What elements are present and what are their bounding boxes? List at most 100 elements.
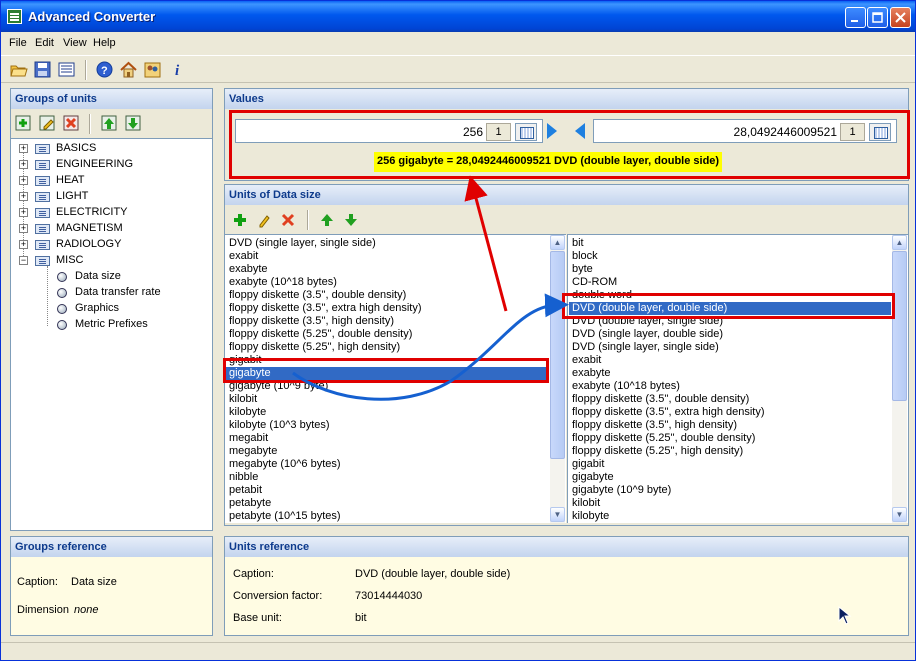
source-list-scrollbar[interactable]: ▲ ▼ xyxy=(550,235,565,523)
source-unit-item[interactable]: floppy diskette (3.5'', extra high densi… xyxy=(229,302,422,315)
target-unit-item[interactable]: CD-ROM xyxy=(572,276,617,289)
source-unit-item[interactable]: exabyte xyxy=(229,263,268,276)
group-light[interactable]: LIGHT xyxy=(56,190,88,203)
toolbar: ? i xyxy=(1,55,915,83)
move-up-icon[interactable] xyxy=(101,115,119,133)
edit-group-icon[interactable] xyxy=(39,115,57,133)
list-icon[interactable] xyxy=(57,60,76,79)
target-unit-item[interactable]: exabyte (10^18 bytes) xyxy=(572,380,680,393)
move-unit-up-icon[interactable] xyxy=(319,212,335,228)
groups-toolbar-separator xyxy=(89,114,91,134)
target-unit-item[interactable]: kilobyte xyxy=(572,510,609,523)
group-data-size[interactable]: Data size xyxy=(75,270,121,283)
app-icon xyxy=(7,9,22,24)
group-radiology[interactable]: RADIOLOGY xyxy=(56,238,121,251)
target-unit-item[interactable]: DVD (single layer, double side) xyxy=(572,328,723,341)
target-unit-item[interactable]: kilobit xyxy=(572,497,600,510)
source-unit-item[interactable]: megabyte (10^6 bytes) xyxy=(229,458,341,471)
scroll-up-icon[interactable]: ▲ xyxy=(550,235,565,250)
title-bar[interactable]: Advanced Converter xyxy=(1,1,915,32)
expand-engineering-icon[interactable]: + xyxy=(19,160,28,169)
target-unit-item[interactable]: gigabyte (10^9 byte) xyxy=(572,484,671,497)
group-data-transfer-rate[interactable]: Data transfer rate xyxy=(75,286,161,299)
source-unit-item[interactable]: megabit xyxy=(229,432,268,445)
group-electricity[interactable]: ELECTRICITY xyxy=(56,206,128,219)
source-unit-item[interactable]: megabyte xyxy=(229,445,277,458)
info-icon[interactable]: i xyxy=(169,60,188,79)
source-unit-item[interactable]: exabyte (10^18 bytes) xyxy=(229,276,337,289)
move-down-icon[interactable] xyxy=(125,115,143,133)
group-graphics[interactable]: Graphics xyxy=(75,302,119,315)
group-metric-prefixes[interactable]: Metric Prefixes xyxy=(75,318,148,331)
source-unit-item[interactable]: floppy diskette (5.25'', double density) xyxy=(229,328,412,341)
source-unit-item[interactable]: kilobyte xyxy=(229,406,266,419)
save-icon[interactable] xyxy=(33,60,52,79)
menu-help[interactable]: Help xyxy=(93,37,116,49)
target-list-scrollbar[interactable]: ▲ ▼ xyxy=(892,235,907,523)
units-ref-base-value: bit xyxy=(355,612,367,624)
target-unit-item[interactable]: floppy diskette (3.5'', extra high densi… xyxy=(572,406,765,419)
menu-file[interactable]: File xyxy=(9,37,27,49)
help-icon[interactable]: ? xyxy=(95,60,114,79)
target-unit-item[interactable]: floppy diskette (3.5'', double density) xyxy=(572,393,749,406)
home-icon[interactable] xyxy=(119,60,138,79)
toolbar-separator xyxy=(85,60,87,80)
target-unit-item[interactable]: floppy diskette (5.25'', high density) xyxy=(572,445,743,458)
source-unit-item[interactable]: exabit xyxy=(229,250,258,263)
users-icon[interactable] xyxy=(143,60,162,79)
source-unit-item[interactable]: floppy diskette (5.25'', high density) xyxy=(229,341,400,354)
groups-ref-caption-value: Data size xyxy=(71,576,117,588)
maximize-button[interactable] xyxy=(867,7,888,28)
svg-text:?: ? xyxy=(101,65,108,77)
source-unit-item[interactable]: kilobyte (10^3 bytes) xyxy=(229,419,330,432)
delete-unit-icon[interactable] xyxy=(280,212,296,228)
menu-view[interactable]: View xyxy=(63,37,87,49)
open-folder-icon[interactable] xyxy=(9,60,28,79)
menu-edit[interactable]: Edit xyxy=(35,37,54,49)
move-unit-down-icon[interactable] xyxy=(343,212,359,228)
scroll-up-icon[interactable]: ▲ xyxy=(892,235,907,250)
group-heat[interactable]: HEAT xyxy=(56,174,85,187)
minimize-button[interactable] xyxy=(845,7,866,28)
source-unit-item[interactable]: petabit xyxy=(229,484,262,497)
group-engineering[interactable]: ENGINEERING xyxy=(56,158,133,171)
expand-radiology-icon[interactable]: + xyxy=(19,240,28,249)
expand-heat-icon[interactable]: + xyxy=(19,176,28,185)
target-unit-item[interactable]: block xyxy=(572,250,598,263)
target-unit-item[interactable]: exabit xyxy=(572,354,601,367)
add-unit-icon[interactable] xyxy=(232,212,248,228)
target-unit-item[interactable]: floppy diskette (5.25'', double density) xyxy=(572,432,755,445)
edit-unit-icon[interactable] xyxy=(256,212,272,228)
source-unit-item[interactable]: DVD (single layer, single side) xyxy=(229,237,376,250)
source-unit-item[interactable]: floppy diskette (3.5'', high density) xyxy=(229,315,394,328)
target-unit-item[interactable]: DVD (single layer, single side) xyxy=(572,341,719,354)
target-unit-item[interactable]: gigabyte xyxy=(572,471,614,484)
source-unit-item[interactable]: floppy diskette (3.5'', double density) xyxy=(229,289,406,302)
close-button[interactable] xyxy=(890,7,911,28)
target-unit-item[interactable]: floppy diskette (3.5'', high density) xyxy=(572,419,737,432)
expand-magnetism-icon[interactable]: + xyxy=(19,224,28,233)
target-unit-item[interactable]: exabyte xyxy=(572,367,611,380)
group-basics[interactable]: BASICS xyxy=(56,142,96,155)
scrollbar-thumb[interactable] xyxy=(550,251,565,459)
target-unit-item[interactable]: bit xyxy=(572,237,584,250)
source-unit-item[interactable]: nibble xyxy=(229,471,258,484)
add-group-icon[interactable] xyxy=(15,115,33,133)
group-misc[interactable]: MISC xyxy=(56,254,84,267)
target-unit-item[interactable]: gigabit xyxy=(572,458,604,471)
group-magnetism[interactable]: MAGNETISM xyxy=(56,222,123,235)
units-toolbar-separator xyxy=(307,210,309,230)
collapse-misc-icon[interactable]: − xyxy=(19,256,28,265)
expand-basics-icon[interactable]: + xyxy=(19,144,28,153)
delete-group-icon[interactable] xyxy=(63,115,81,133)
expand-light-icon[interactable]: + xyxy=(19,192,28,201)
scrollbar-thumb[interactable] xyxy=(892,251,907,401)
source-unit-item[interactable]: petabyte (10^15 bytes) xyxy=(229,510,341,523)
source-highlight-box xyxy=(223,358,549,383)
expand-electricity-icon[interactable]: + xyxy=(19,208,28,217)
scroll-down-icon[interactable]: ▼ xyxy=(550,507,565,522)
target-unit-item[interactable]: byte xyxy=(572,263,593,276)
source-unit-item[interactable]: petabyte xyxy=(229,497,271,510)
scroll-down-icon[interactable]: ▼ xyxy=(892,507,907,522)
source-unit-item[interactable]: kilobit xyxy=(229,393,257,406)
